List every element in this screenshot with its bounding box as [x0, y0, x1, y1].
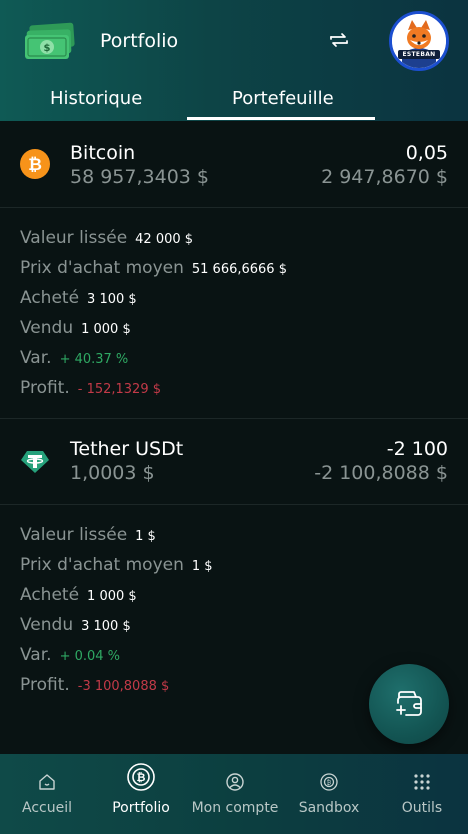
- detail-profit: Profit. -3 100,8088 $: [20, 675, 170, 695]
- wallet-add-icon: [396, 691, 422, 716]
- asset-value: -2 100,8088 $: [314, 462, 448, 484]
- nav-label: Outils: [401, 800, 443, 816]
- account-icon: [226, 773, 244, 791]
- detail-bought: Acheté 1 000 $: [20, 585, 137, 605]
- svg-text:₿: ₿: [327, 780, 332, 787]
- svg-text:₿: ₿: [28, 155, 42, 175]
- nav-label: Portfolio: [112, 800, 170, 816]
- portfolio-list: ₿ Bitcoin 58 957,3403 $ 0,05 2 947,8670 …: [0, 121, 468, 754]
- divider: [0, 207, 468, 208]
- money-icon: $: [25, 22, 75, 59]
- asset-quantity: 0,05: [405, 142, 448, 164]
- nav-mon-compte[interactable]: Mon compte: [188, 754, 282, 834]
- detail-sold: Vendu 3 100 $: [20, 615, 131, 635]
- asset-name: Bitcoin: [70, 142, 136, 164]
- home-icon: [39, 774, 55, 790]
- header-top-bar: $ Portfolio ESTEBAN: [0, 0, 468, 82]
- asset-value: 2 947,8670 $: [321, 166, 448, 188]
- app-header: $ Portfolio ESTEBAN Historique Portefeui…: [0, 0, 468, 121]
- grid-icon: [414, 774, 430, 790]
- tab-bar: Historique Portefeuille: [0, 82, 468, 121]
- detail-profit: Profit. - 152,1329 $: [20, 378, 162, 398]
- nav-label: Accueil: [22, 800, 72, 816]
- svg-text:₿: ₿: [137, 771, 146, 784]
- swap-arrows-icon[interactable]: [328, 29, 350, 51]
- asset-price: 1,0003 $: [70, 462, 155, 484]
- asset-price: 58 957,3403 $: [70, 166, 210, 188]
- divider: [0, 504, 468, 505]
- nav-label: Mon compte: [191, 800, 279, 816]
- asset-name: Tether USDt: [70, 438, 184, 460]
- detail-avg-price: Prix d'achat moyen 1 $: [20, 555, 213, 575]
- detail-sold: Vendu 1 000 $: [20, 318, 131, 338]
- add-wallet-button[interactable]: [369, 664, 449, 744]
- nav-outils[interactable]: Outils: [376, 754, 468, 834]
- fox-avatar-icon: [392, 14, 446, 68]
- asset-quantity: -2 100: [386, 438, 448, 460]
- bitcoin-icon: ₿: [20, 149, 50, 179]
- detail-bought: Acheté 3 100 $: [20, 288, 137, 308]
- asset-row-bitcoin[interactable]: ₿ Bitcoin 58 957,3403 $ 0,05 2 947,8670 …: [0, 121, 468, 207]
- asset-row-tether[interactable]: Tether USDt 1,0003 $ -2 100 -2 100,8088 …: [0, 418, 468, 504]
- page-title: Portfolio: [100, 30, 179, 52]
- detail-avg-price: Prix d'achat moyen 51 666,6666 $: [20, 258, 287, 278]
- avatar-name: ESTEBAN: [402, 51, 436, 58]
- bottom-navigation: Accueil ₿ Portfolio Mon compte ₿ Sandbox: [0, 754, 468, 834]
- avatar[interactable]: ESTEBAN: [389, 11, 449, 71]
- tab-portefeuille[interactable]: Portefeuille: [232, 88, 334, 109]
- nav-label: Sandbox: [298, 800, 360, 816]
- nav-portfolio[interactable]: ₿ Portfolio: [94, 754, 188, 834]
- detail-variation: Var. + 0.04 %: [20, 645, 121, 665]
- detail-smoothed-value: Valeur lissée 1 $: [20, 525, 156, 545]
- detail-smoothed-value: Valeur lissée 42 000 $: [20, 228, 194, 248]
- tether-icon: [21, 451, 49, 473]
- svg-text:$: $: [44, 43, 51, 54]
- nav-accueil[interactable]: Accueil: [0, 754, 94, 834]
- active-tab-indicator: [187, 117, 375, 120]
- portfolio-icon: ₿: [127, 763, 155, 791]
- tab-historique[interactable]: Historique: [50, 88, 142, 109]
- nav-sandbox[interactable]: ₿ Sandbox: [282, 754, 376, 834]
- sandbox-icon: ₿: [320, 773, 338, 791]
- detail-variation: Var. + 40.37 %: [20, 348, 129, 368]
